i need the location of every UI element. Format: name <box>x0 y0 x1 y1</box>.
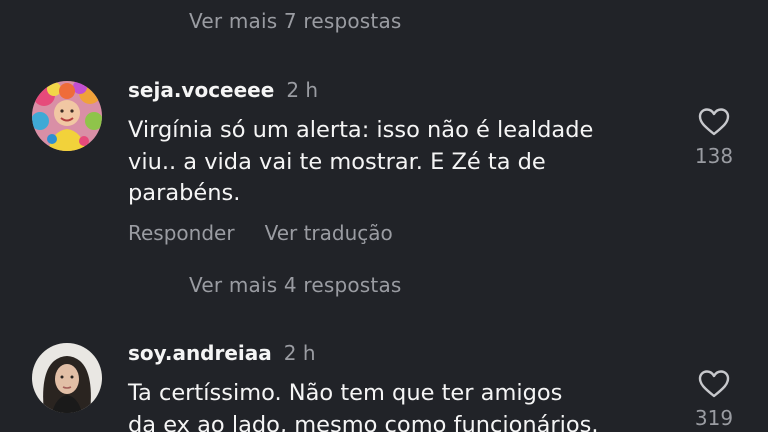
comment-text-line: Ta certíssimo. Não tem que ter amigos <box>128 380 563 406</box>
username-link[interactable]: seja.voceeee <box>128 78 274 102</box>
comment-text: Ta certíssimo. Não tem que ter amigos da… <box>128 378 668 432</box>
like-control: 138 <box>692 107 736 168</box>
like-count: 138 <box>694 144 734 168</box>
avatar-image <box>32 343 102 413</box>
comment-timestamp: 2 h <box>286 78 319 102</box>
like-control: 319 <box>692 369 736 430</box>
comments-screen: Ver mais 7 respostas seja.voceeee 2 h Vi… <box>0 0 768 432</box>
comment-timestamp: 2 h <box>283 341 316 365</box>
comment-text-line: Virgínia só um alerta: isso não é lealda… <box>128 117 594 143</box>
username-link[interactable]: soy.andreiaa <box>128 341 272 365</box>
comment-actions: Responder Ver tradução <box>128 221 423 245</box>
avatar-image <box>32 81 102 151</box>
see-translation-button[interactable]: Ver tradução <box>265 221 393 245</box>
heart-outline-icon[interactable] <box>698 107 730 136</box>
view-more-replies-link[interactable]: Ver mais 7 respostas <box>189 9 402 33</box>
comment-text-line: viu.. a vida vai te mostrar. E Zé ta de <box>128 148 546 175</box>
comment-text-line: parabéns. <box>128 180 241 206</box>
heart-outline-icon[interactable] <box>698 369 730 398</box>
view-more-replies-link[interactable]: Ver mais 4 respostas <box>189 273 402 297</box>
avatar[interactable] <box>32 81 102 151</box>
comment-header: seja.voceeee 2 h <box>128 78 318 102</box>
like-count: 319 <box>694 406 734 430</box>
avatar[interactable] <box>32 343 102 413</box>
comment-text-line: da ex ao lado, mesmo como funcionários. <box>128 411 599 432</box>
comment-header: soy.andreiaa 2 h <box>128 341 316 365</box>
comment-text: Virgínia só um alerta: isso não é lealda… <box>128 115 668 210</box>
reply-button[interactable]: Responder <box>128 221 235 245</box>
